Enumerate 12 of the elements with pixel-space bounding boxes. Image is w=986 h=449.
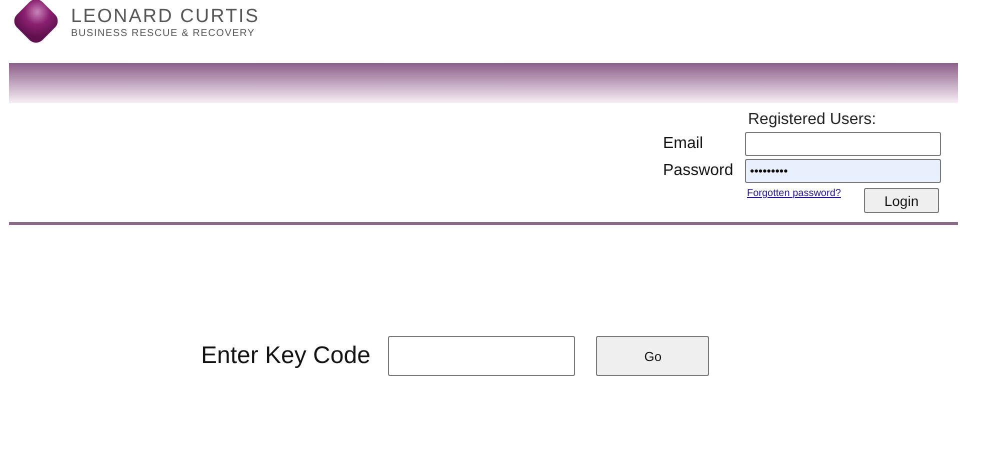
company-tagline: BUSINESS RESCUE & RECOVERY xyxy=(71,28,256,40)
forgot-password-link[interactable]: Forgotten password? xyxy=(747,188,841,213)
password-label: Password xyxy=(663,162,734,180)
login-button[interactable]: Login xyxy=(864,188,939,213)
email-field[interactable] xyxy=(745,132,941,156)
password-field[interactable]: ••••••••• xyxy=(745,159,941,183)
company-name: LEONARD CURTIS xyxy=(71,6,260,28)
key-code-field[interactable] xyxy=(388,336,576,376)
key-code-label: Enter Key Code xyxy=(201,342,370,370)
email-label: Email xyxy=(663,135,704,153)
login-heading: Registered Users: xyxy=(747,111,878,129)
go-button[interactable]: Go xyxy=(596,336,710,376)
